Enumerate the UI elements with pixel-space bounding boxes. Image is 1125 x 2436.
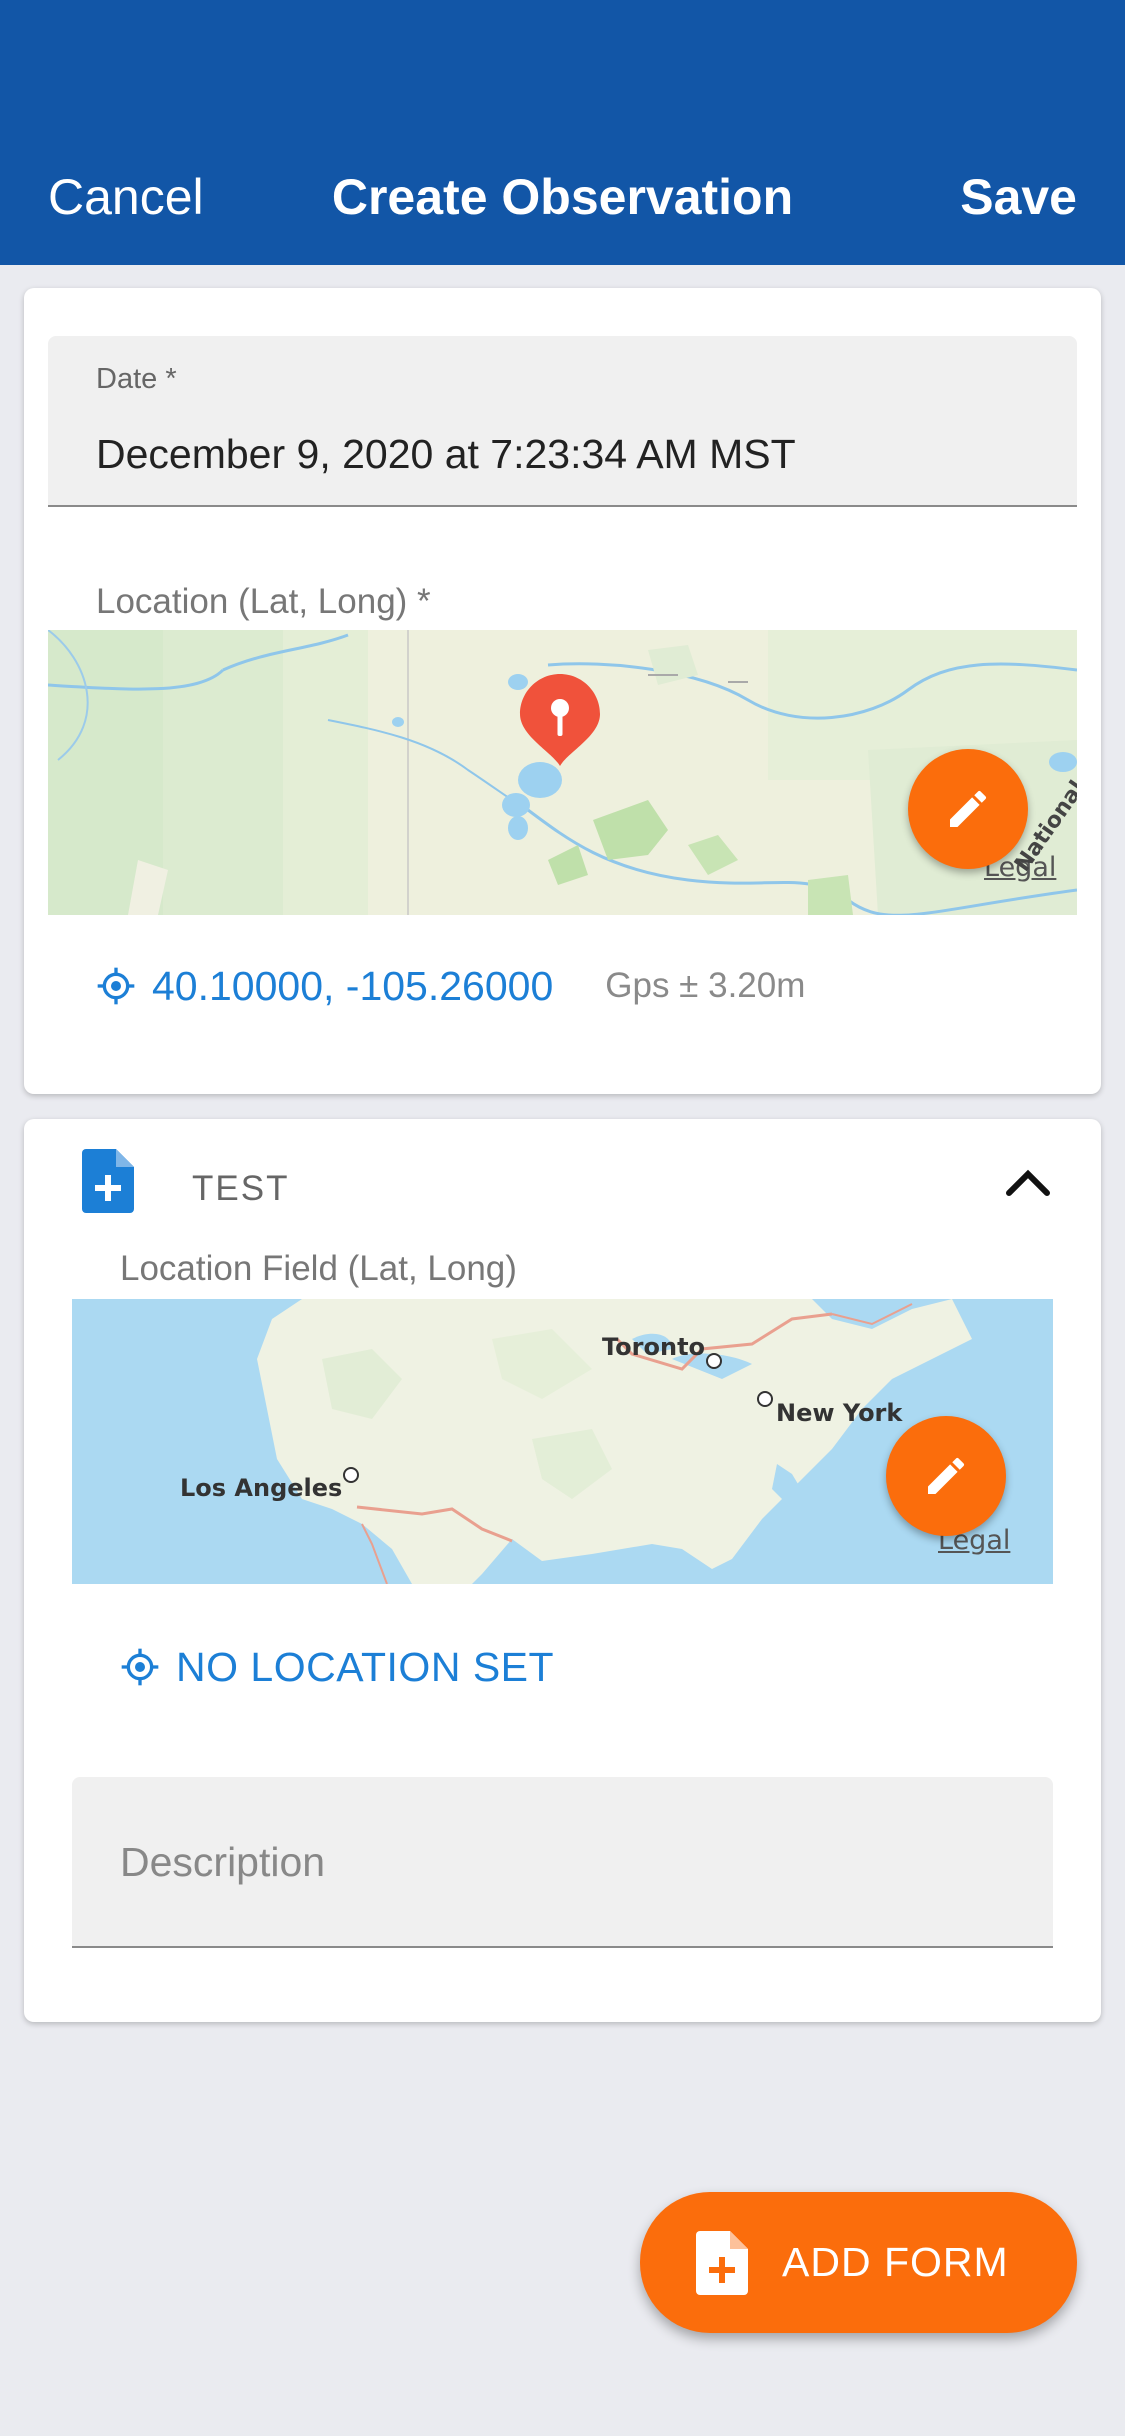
pencil-icon bbox=[950, 790, 987, 827]
no-location-set-label: NO LOCATION SET bbox=[176, 1643, 555, 1690]
gps-accuracy: Gps ± 3.20m bbox=[605, 966, 806, 1005]
observation-card: Date * December 9, 2020 at 7:23:34 AM MS… bbox=[24, 288, 1101, 1094]
edit-location-field-button[interactable] bbox=[886, 1416, 1006, 1536]
chevron-up-icon[interactable] bbox=[1003, 1163, 1053, 1203]
cancel-button[interactable]: Cancel bbox=[48, 168, 204, 226]
crosshair-icon bbox=[97, 967, 135, 1005]
top-app-bar: Cancel Create Observation Save bbox=[0, 0, 1125, 265]
location-coordinates-row[interactable]: 40.10000, -105.26000 Gps ± 3.20m bbox=[96, 961, 805, 1011]
description-placeholder: Description bbox=[120, 1839, 326, 1885]
date-field[interactable]: Date * December 9, 2020 at 7:23:34 AM MS… bbox=[48, 336, 1077, 507]
edit-location-button[interactable] bbox=[908, 749, 1028, 869]
form-title: TEST bbox=[192, 1169, 290, 1208]
description-field[interactable]: Description bbox=[72, 1777, 1053, 1948]
map-pin-icon bbox=[520, 674, 600, 766]
coordinates-value: 40.10000, -105.26000 bbox=[152, 962, 554, 1009]
map-city-label: New York bbox=[776, 1399, 903, 1427]
crosshair-icon bbox=[121, 1648, 159, 1686]
date-value: December 9, 2020 at 7:23:34 AM MST bbox=[96, 431, 796, 477]
map-city-label: Los Angeles bbox=[180, 1474, 343, 1502]
map-city-label: Toronto bbox=[602, 1333, 706, 1361]
add-form-label: ADD FORM bbox=[782, 2239, 1009, 2285]
pencil-icon bbox=[928, 1457, 965, 1494]
no-location-set-row[interactable]: NO LOCATION SET bbox=[120, 1637, 554, 1697]
form-add-icon bbox=[82, 1149, 134, 1213]
form-add-icon bbox=[696, 2230, 748, 2295]
save-button[interactable]: Save bbox=[960, 168, 1077, 226]
location-label: Location (Lat, Long) * bbox=[96, 582, 431, 621]
add-form-button[interactable]: ADD FORM bbox=[640, 2192, 1077, 2333]
location-field-label: Location Field (Lat, Long) bbox=[120, 1249, 517, 1288]
date-label: Date * bbox=[96, 363, 177, 395]
form-card-test: TEST Location Field (Lat, Long) Toronto … bbox=[24, 1119, 1101, 2022]
